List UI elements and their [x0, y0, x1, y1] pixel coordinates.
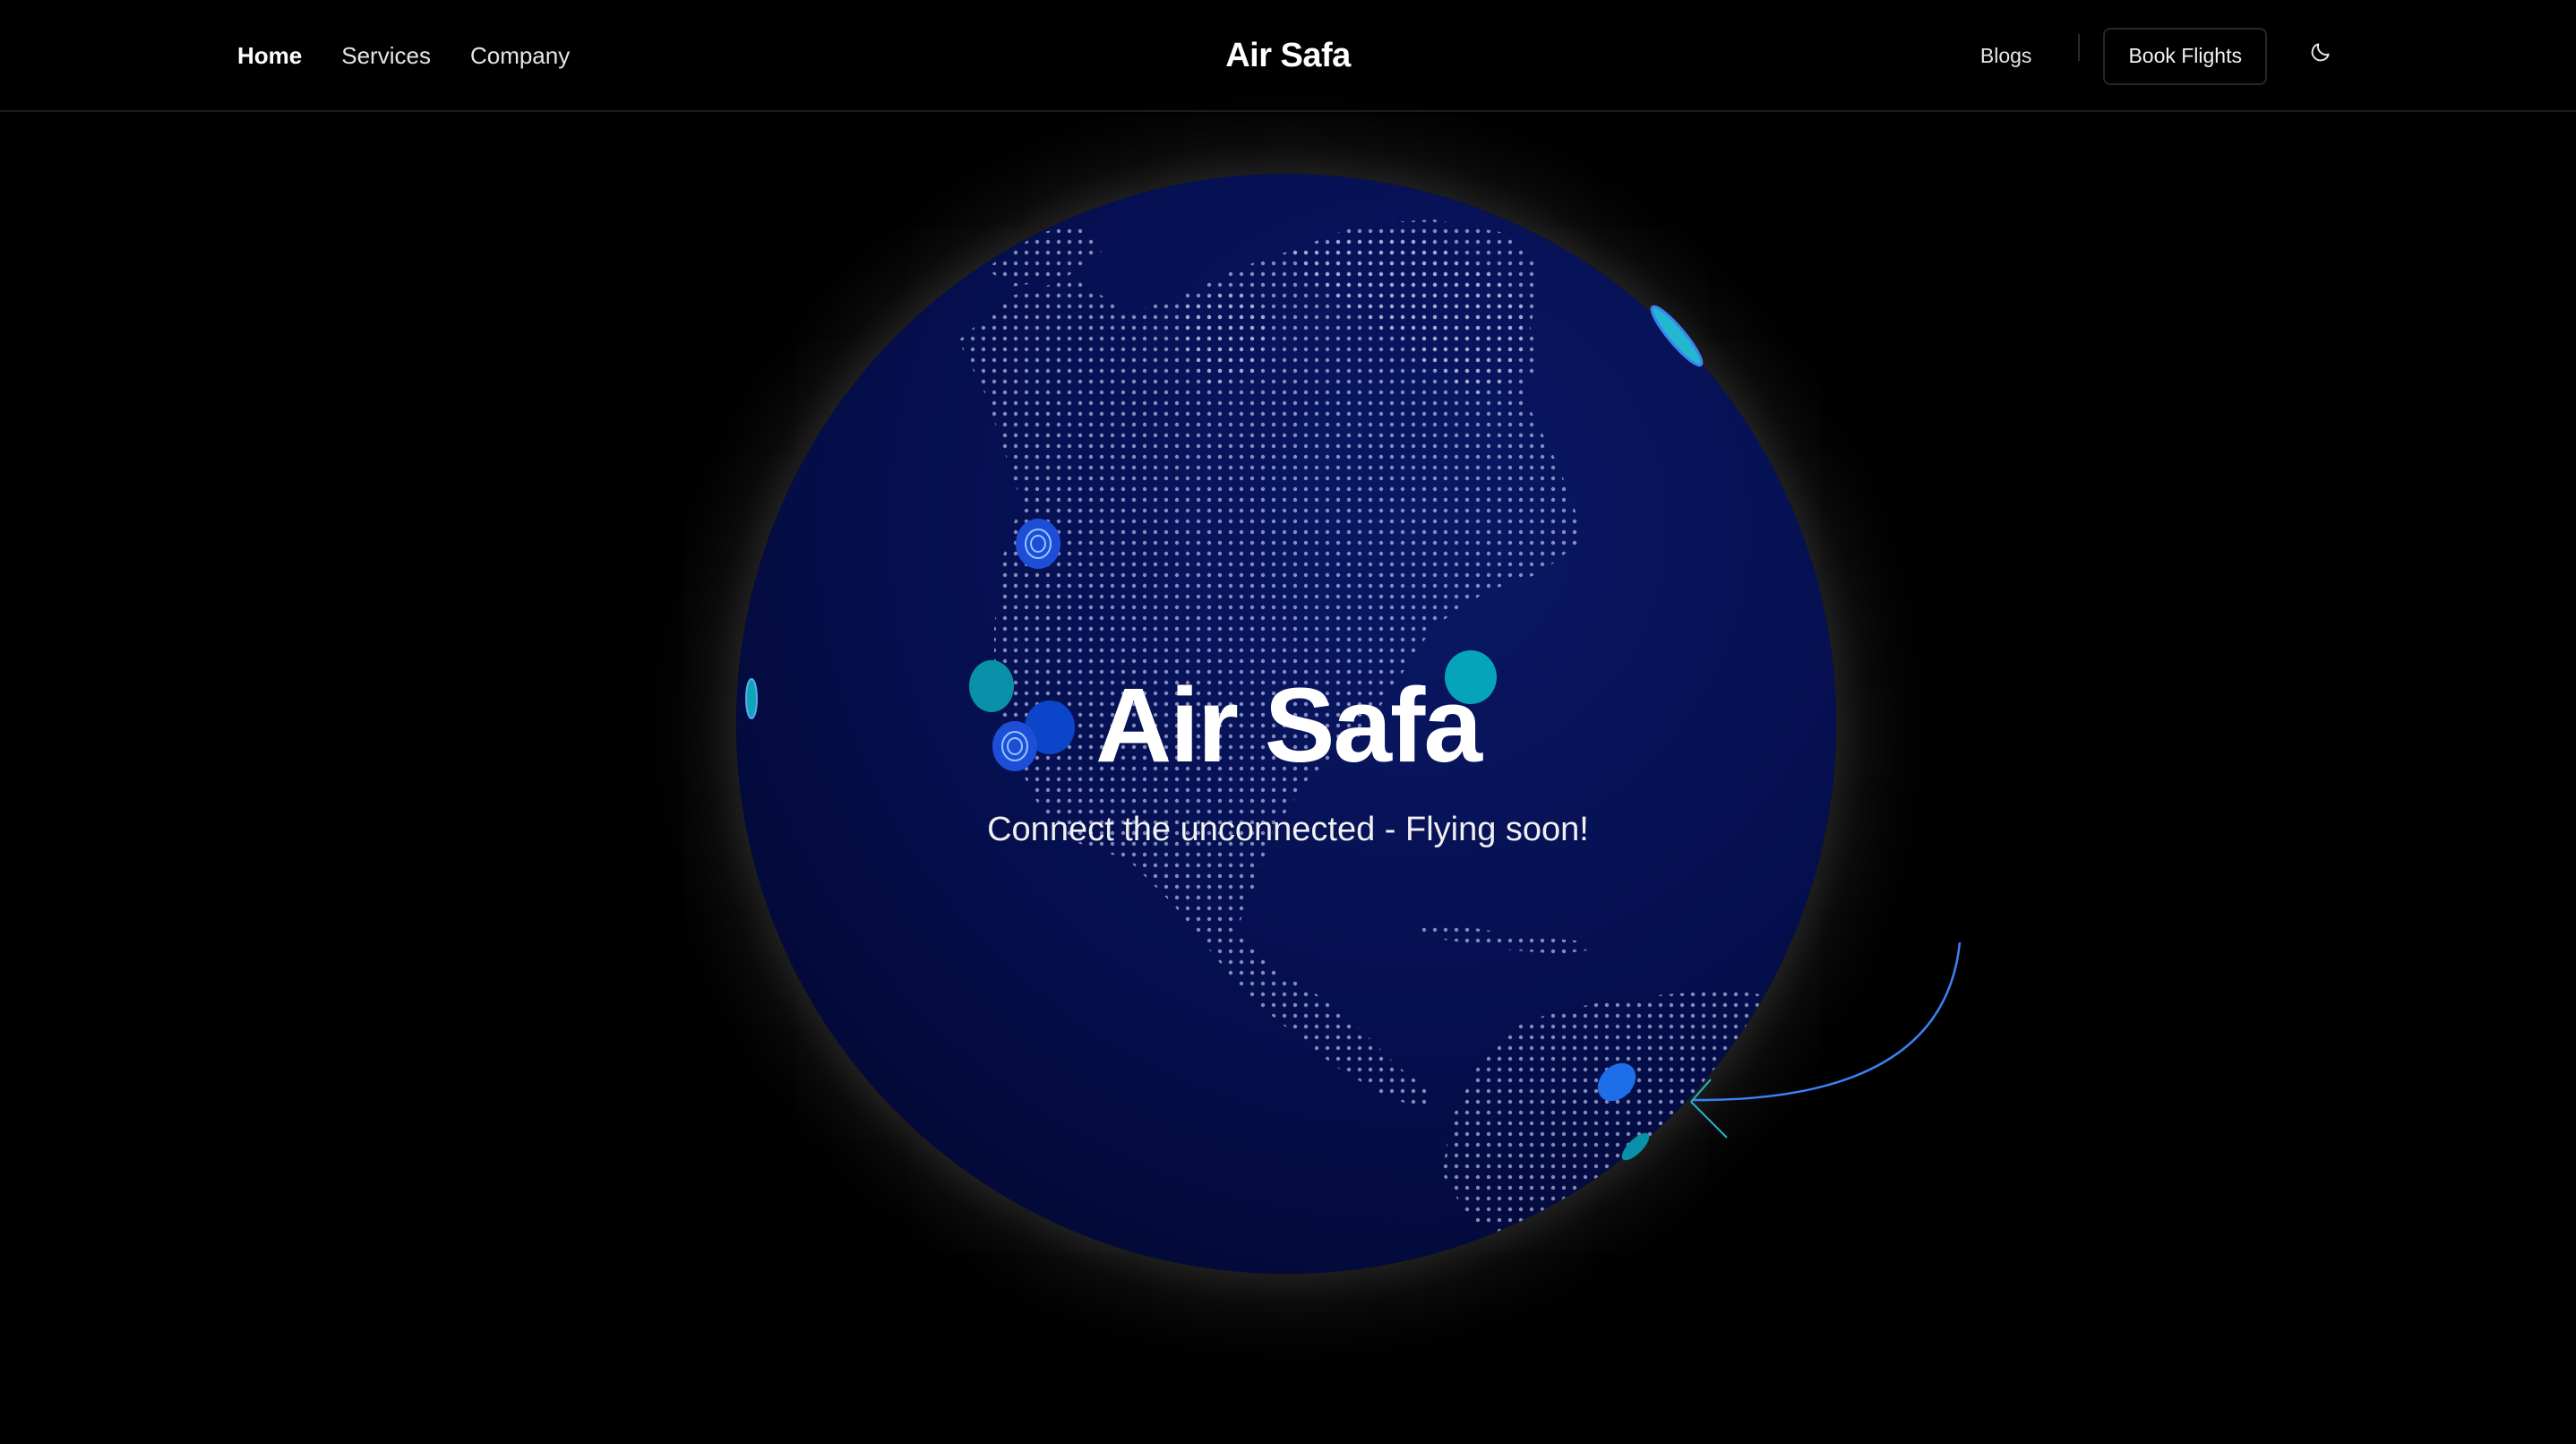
nav-divider: [2078, 33, 2081, 61]
theme-toggle-button[interactable]: [2303, 34, 2339, 70]
nav-blogs-link[interactable]: Blogs: [1980, 44, 2032, 68]
book-flights-button[interactable]: Book Flights: [2103, 27, 2267, 85]
marker-ring-west-coast: [1016, 519, 1060, 569]
page: Home Services Company Air Safa Blogs Boo…: [0, 0, 2576, 1444]
moon-icon: [2311, 42, 2330, 61]
site-header: Home Services Company Air Safa Blogs Boo…: [0, 0, 2576, 112]
nav-services-link[interactable]: Services: [341, 42, 431, 70]
hero-subtitle: Connect the unconnected - Flying soon!: [987, 811, 1589, 848]
primary-nav: Home Services Company: [237, 0, 570, 112]
brand-logo[interactable]: Air Safa: [1224, 0, 1352, 112]
secondary-nav: Blogs Book Flights: [1980, 0, 2339, 112]
nav-home-link[interactable]: Home: [237, 42, 302, 70]
nav-company-link[interactable]: Company: [470, 42, 570, 70]
hero-title: Air Safa: [1095, 666, 1482, 785]
